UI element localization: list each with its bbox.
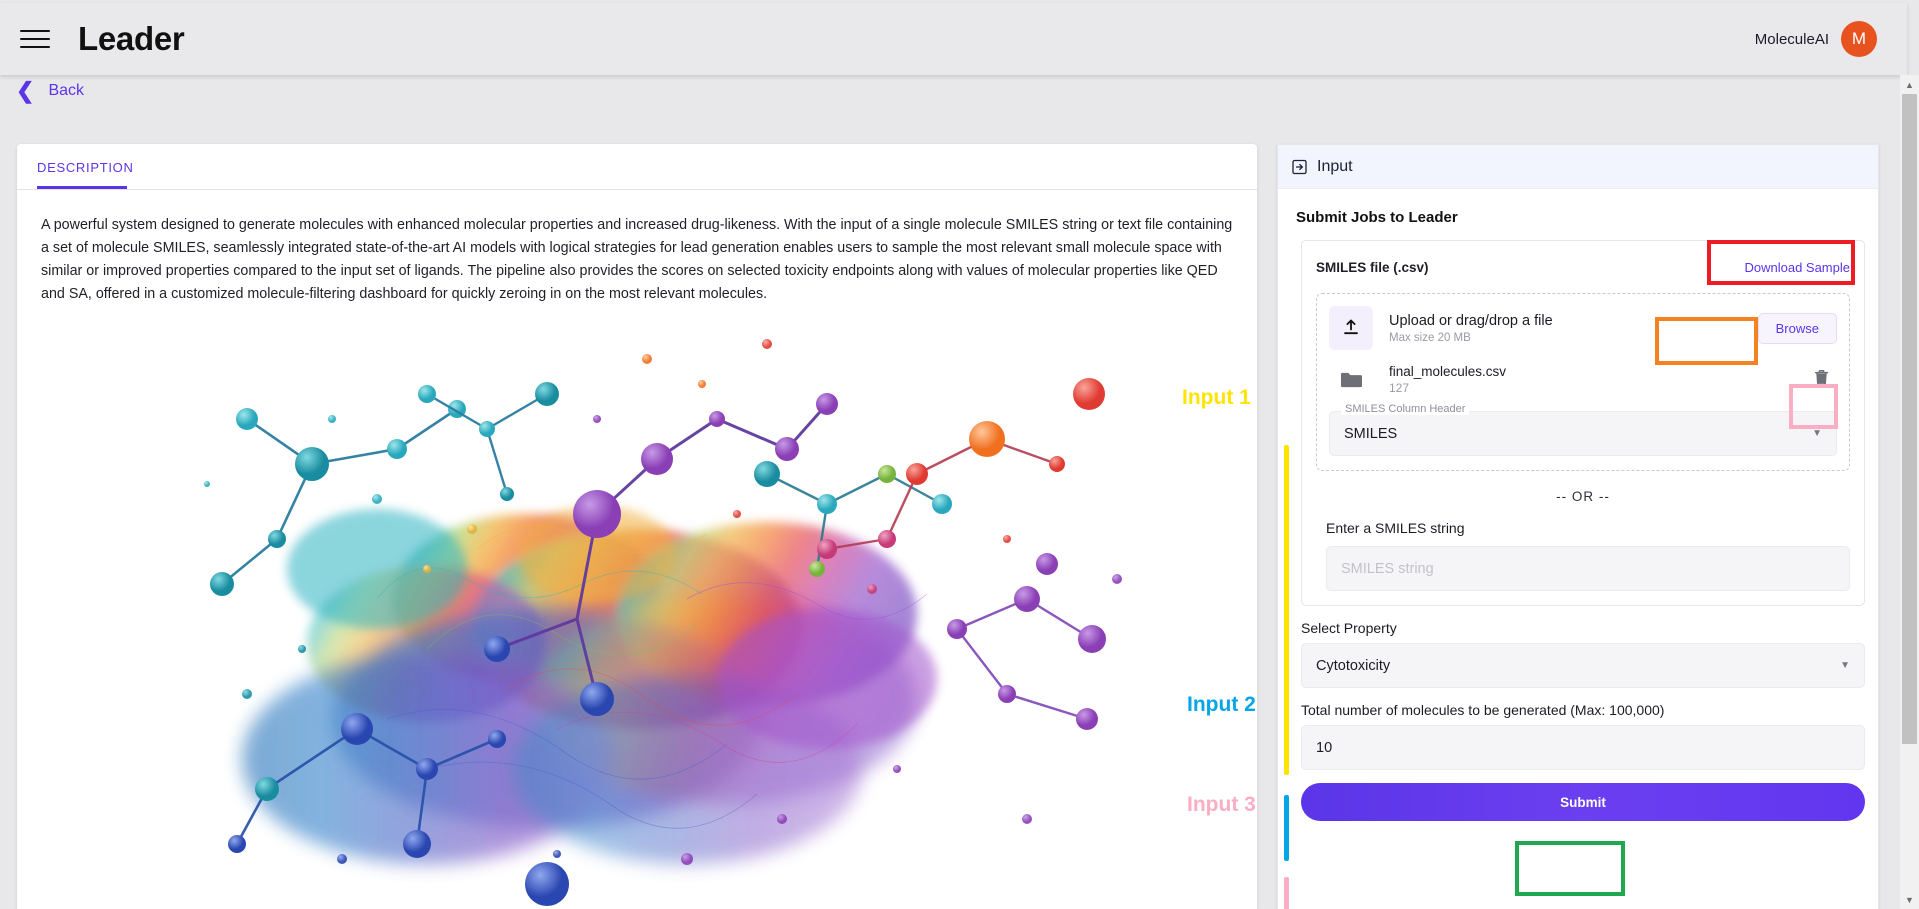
hamburger-line [20, 46, 50, 48]
input-arrow-icon [1292, 159, 1307, 174]
app-root: Leader MoleculeAI M ❮ Back DESCRIPTION A… [0, 0, 1919, 909]
or-divider: -- OR -- [1556, 489, 1610, 504]
avatar[interactable]: M [1841, 21, 1877, 57]
smiles-file-group: SMILES file (.csv) Download Sample Uploa… [1301, 240, 1865, 606]
accent-bar-input-3 [1284, 877, 1289, 909]
smiles-column-field: SMILES Column Header SMILES ▼ [1329, 403, 1837, 456]
tab-description[interactable]: DESCRIPTION [37, 144, 134, 190]
description-card: DESCRIPTION A powerful system designed t… [17, 144, 1257, 909]
dropzone-row: Upload or drag/drop a file Max size 20 M… [1329, 306, 1837, 350]
user-name: MoleculeAI [1754, 30, 1829, 48]
folder-glyph [1341, 372, 1362, 387]
chevron-down-icon: ▼ [1840, 660, 1850, 671]
select-property-value: Cytotoxicity [1316, 657, 1391, 674]
hamburger-menu-icon[interactable] [20, 27, 50, 51]
top-app-bar: Leader MoleculeAI M [0, 3, 1907, 75]
back-label: Back [48, 82, 85, 99]
annotation-input-1: Input 1 [1182, 386, 1251, 409]
smiles-column-legend: SMILES Column Header [1341, 403, 1470, 415]
uploaded-file-name: final_molecules.csv [1389, 364, 1507, 379]
chevron-left-icon: ❮ [16, 78, 35, 103]
tab-bar: DESCRIPTION [17, 144, 1257, 190]
upload-arrow-icon [1344, 319, 1358, 335]
molecule-count-input[interactable]: 10 [1301, 725, 1865, 770]
molecule-count-label: Total number of molecules to be generate… [1301, 702, 1665, 718]
hamburger-line [20, 38, 50, 40]
submit-jobs-title: Submit Jobs to Leader [1296, 209, 1458, 226]
scrollbar-thumb[interactable] [1902, 94, 1917, 744]
dropzone-subtitle: Max size 20 MB [1389, 331, 1471, 344]
dropzone[interactable]: Upload or drag/drop a file Max size 20 M… [1316, 293, 1850, 471]
input-panel-title: Input [1317, 157, 1353, 175]
folder-icon [1329, 371, 1373, 389]
smiles-column-select[interactable]: SMILES ▼ [1329, 411, 1837, 456]
input-panel-header: Input [1278, 145, 1878, 189]
select-property-label: Select Property [1301, 620, 1397, 636]
uploaded-file-size: 127 [1389, 381, 1410, 395]
scroll-down-arrow[interactable]: ▼ [1900, 890, 1919, 909]
chevron-down-icon: ▼ [1812, 428, 1822, 439]
delete-file-button[interactable] [1806, 365, 1837, 395]
scroll-down-glyph: ▼ [1905, 894, 1914, 905]
scroll-up-glyph: ▲ [1905, 79, 1914, 90]
app-title: Leader [78, 20, 185, 57]
molecular-network-illustration [17, 319, 1257, 909]
uploaded-file-row: final_molecules.csv 127 [1329, 364, 1837, 395]
scroll-up-arrow[interactable]: ▲ [1900, 75, 1919, 94]
smiles-column-value: SMILES [1344, 425, 1398, 442]
tab-active-indicator [37, 186, 127, 189]
smiles-string-label: Enter a SMILES string [1326, 520, 1465, 536]
input-panel: Input Submit Jobs to Leader SMILES file … [1277, 144, 1879, 909]
smiles-file-header: SMILES file (.csv) Download Sample [1316, 241, 1850, 293]
molecule-artwork-svg [204, 339, 1122, 906]
dropzone-title: Upload or drag/drop a file [1389, 312, 1553, 329]
upload-icon[interactable] [1329, 306, 1373, 350]
accent-bar-input-2 [1284, 795, 1289, 861]
annotation-input-3: Input 3 [1187, 793, 1256, 816]
download-sample-link[interactable]: Download Sample [1744, 260, 1850, 275]
trash-icon [1814, 369, 1829, 386]
description-text: A powerful system designed to generate m… [41, 217, 1233, 303]
smiles-file-label: SMILES file (.csv) [1316, 259, 1429, 275]
page-scrollbar[interactable]: ▲ ▼ [1900, 75, 1919, 909]
user-area[interactable]: MoleculeAI M [1755, 21, 1877, 57]
annotation-input-2: Input 2 [1187, 693, 1256, 716]
hamburger-line [20, 30, 50, 32]
select-property-select[interactable]: Cytotoxicity ▼ [1301, 643, 1865, 688]
back-link[interactable]: ❮ Back [16, 80, 84, 102]
dropzone-texts: Upload or drag/drop a file Max size 20 M… [1389, 313, 1553, 344]
submit-button[interactable]: Submit [1301, 783, 1865, 821]
accent-bar-input-1 [1284, 445, 1289, 775]
uploaded-file-texts: final_molecules.csv 127 [1389, 364, 1506, 395]
browse-button[interactable]: Browse [1757, 312, 1837, 344]
smiles-string-input[interactable]: SMILES string [1326, 546, 1850, 591]
input-panel-body: Submit Jobs to Leader SMILES file (.csv)… [1278, 209, 1878, 909]
